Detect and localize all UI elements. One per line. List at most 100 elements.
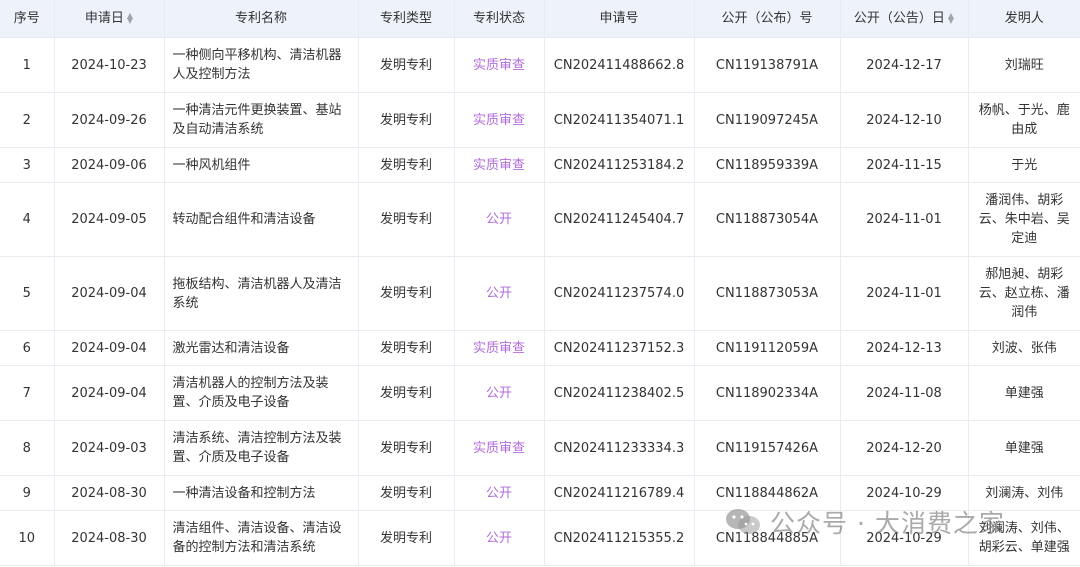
patent-type-cell: 发明专利 — [358, 256, 455, 331]
patent-type-cell: 发明专利 — [358, 475, 455, 511]
inventor-cell: 刘波、张伟 — [968, 330, 1080, 366]
patent-type-cell: 发明专利 — [358, 420, 455, 476]
patent-status-cell: 公开 — [454, 182, 545, 257]
application-date-cell: 2024-09-04 — [54, 330, 165, 366]
patent-type-cell: 发明专利 — [358, 37, 455, 93]
patent-name-cell: 清洁组件、清洁设备、清洁设备的控制方法和清洁系统 — [164, 510, 359, 566]
patent-name-cell: 一种清洁设备和控制方法 — [164, 475, 359, 511]
col-inventor-header: 发明人 — [968, 0, 1080, 38]
row-index-cell: 9 — [0, 475, 55, 511]
row-index-cell: 4 — [0, 182, 55, 257]
table-row: 5 2024-09-04 拖板结构、清洁机器人及清洁系统 发明专利 公开 CN202411… — [0, 256, 1080, 331]
publication-date-cell: 2024-11-01 — [840, 256, 969, 331]
publication-number-cell: CN118873054A — [694, 182, 841, 257]
table-header: 序号 申请日 ▲ ▼ 专利名称 专利类型 专利状态 申请号 公开（公布）号 公开（公告）日 ▲ ▼ 发明… — [0, 0, 1080, 38]
patent-status-cell: 实质审查 — [454, 37, 545, 93]
application-date-cell: 2024-09-04 — [54, 365, 165, 421]
patent-status-cell: 实质审查 — [454, 92, 545, 148]
patent-status-cell: 公开 — [454, 365, 545, 421]
application-number-cell: CN202411238402.5 — [544, 365, 695, 421]
table-row: 6 2024-09-04 激光雷达和清洁设备 发明专利 实质审查 CN2024112371… — [0, 330, 1080, 366]
publication-date-cell: 2024-12-17 — [840, 37, 969, 93]
application-number-cell: CN202411237152.3 — [544, 330, 695, 366]
table-row: 9 2024-08-30 一种清洁设备和控制方法 发明专利 公开 CN2024112167… — [0, 475, 1080, 511]
publication-number-cell: CN118844862A — [694, 475, 841, 511]
inventor-cell: 潘润伟、胡彩云、朱中岩、吴定迪 — [968, 182, 1080, 257]
application-number-cell: CN202411215355.2 — [544, 510, 695, 566]
header-label: 专利状态 — [472, 11, 525, 26]
application-date-cell: 2024-08-30 — [54, 510, 165, 566]
header-label: 发明人 — [1004, 11, 1044, 26]
patent-name-cell: 清洁系统、清洁控制方法及装置、介质及电子设备 — [164, 420, 359, 476]
application-date-cell: 2024-09-03 — [54, 420, 165, 476]
row-index-cell: 1 — [0, 37, 55, 93]
col-patent-type-header: 专利类型 — [358, 0, 455, 38]
header-label: 申请日 — [84, 11, 124, 26]
publication-date-cell: 2024-11-15 — [840, 147, 969, 183]
header-label: 序号 — [13, 11, 40, 26]
patent-name-cell: 一种风机组件 — [164, 147, 359, 183]
publication-number-cell: CN119112059A — [694, 330, 841, 366]
application-date-cell: 2024-09-26 — [54, 92, 165, 148]
header-label: 专利类型 — [379, 11, 432, 26]
header-label: 申请号 — [599, 11, 639, 26]
patent-name-cell: 拖板结构、清洁机器人及清洁系统 — [164, 256, 359, 331]
patent-name-cell: 清洁机器人的控制方法及装置、介质及电子设备 — [164, 365, 359, 421]
application-number-cell: CN202411253184.2 — [544, 147, 695, 183]
inventor-cell: 单建强 — [968, 365, 1080, 421]
patent-name-cell: 转动配合组件和清洁设备 — [164, 182, 359, 257]
col-index-header: 序号 — [0, 0, 55, 38]
header-label: 公开（公布）号 — [721, 11, 813, 26]
row-index-cell: 8 — [0, 420, 55, 476]
application-date-cell: 2024-10-23 — [54, 37, 165, 93]
publication-number-cell: CN118902334A — [694, 365, 841, 421]
inventor-cell: 刘澜涛、刘伟、胡彩云、单建强 — [968, 510, 1080, 566]
inventor-cell: 郝旭昶、胡彩云、赵立栋、潘润伟 — [968, 256, 1080, 331]
sort-icon[interactable]: ▲ ▼ — [948, 11, 954, 24]
publication-date-cell: 2024-12-13 — [840, 330, 969, 366]
inventor-cell: 于光 — [968, 147, 1080, 183]
patent-type-cell: 发明专利 — [358, 182, 455, 257]
publication-date-cell: 2024-12-10 — [840, 92, 969, 148]
table-row: 8 2024-09-03 清洁系统、清洁控制方法及装置、介质及电子设备 发明专利 实质审… — [0, 420, 1080, 476]
patent-type-cell: 发明专利 — [358, 330, 455, 366]
publication-date-cell: 2024-10-29 — [840, 510, 969, 566]
row-index-cell: 5 — [0, 256, 55, 331]
header-row: 序号 申请日 ▲ ▼ 专利名称 专利类型 专利状态 申请号 公开（公布）号 公开（公告）日 ▲ ▼ 发明… — [0, 0, 1080, 38]
application-date-cell: 2024-09-06 — [54, 147, 165, 183]
patent-status-cell: 公开 — [454, 510, 545, 566]
application-number-cell: CN202411237574.0 — [544, 256, 695, 331]
publication-number-cell: CN119138791A — [694, 37, 841, 93]
application-date-cell: 2024-09-05 — [54, 182, 165, 257]
application-number-cell: CN202411488662.8 — [544, 37, 695, 93]
patent-type-cell: 发明专利 — [358, 365, 455, 421]
application-date-cell: 2024-09-04 — [54, 256, 165, 331]
col-publication-date-header[interactable]: 公开（公告）日 ▲ ▼ — [840, 0, 969, 38]
table-row: 1 2024-10-23 一种侧向平移机构、清洁机器人及控制方法 发明专利 实质审查 CN… — [0, 37, 1080, 93]
application-number-cell: CN202411216789.4 — [544, 475, 695, 511]
col-application-date-header[interactable]: 申请日 ▲ ▼ — [54, 0, 165, 38]
row-index-cell: 7 — [0, 365, 55, 421]
header-label: 公开（公告）日 — [853, 11, 945, 26]
publication-number-cell: CN118844885A — [694, 510, 841, 566]
patent-status-cell: 公开 — [454, 256, 545, 331]
application-date-cell: 2024-08-30 — [54, 475, 165, 511]
sort-icon[interactable]: ▲ ▼ — [127, 11, 133, 24]
application-number-cell: CN202411245404.7 — [544, 182, 695, 257]
publication-date-cell: 2024-12-20 — [840, 420, 969, 476]
patent-type-cell: 发明专利 — [358, 510, 455, 566]
table-body: 1 2024-10-23 一种侧向平移机构、清洁机器人及控制方法 发明专利 实质审查 CN… — [0, 37, 1080, 566]
col-publication-number-header: 公开（公布）号 — [694, 0, 841, 38]
patent-type-cell: 发明专利 — [358, 147, 455, 183]
table-row: 3 2024-09-06 一种风机组件 发明专利 实质审查 CN202411253184.… — [0, 147, 1080, 183]
patent-status-cell: 实质审查 — [454, 330, 545, 366]
publication-number-cell: CN118873053A — [694, 256, 841, 331]
table-row: 7 2024-09-04 清洁机器人的控制方法及装置、介质及电子设备 发明专利 公开 CN… — [0, 365, 1080, 421]
publication-date-cell: 2024-11-08 — [840, 365, 969, 421]
col-patent-status-header: 专利状态 — [454, 0, 545, 38]
patent-name-cell: 一种侧向平移机构、清洁机器人及控制方法 — [164, 37, 359, 93]
inventor-cell: 杨帆、于光、鹿由成 — [968, 92, 1080, 148]
publication-number-cell: CN118959339A — [694, 147, 841, 183]
inventor-cell: 刘瑞旺 — [968, 37, 1080, 93]
table-row: 4 2024-09-05 转动配合组件和清洁设备 发明专利 公开 CN2024112454… — [0, 182, 1080, 257]
